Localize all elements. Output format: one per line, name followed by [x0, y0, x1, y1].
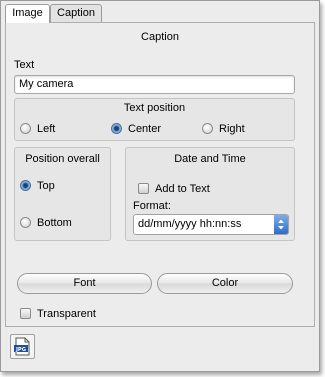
format-label: Format:: [133, 200, 171, 212]
add-to-text-label[interactable]: Add to Text: [155, 183, 210, 195]
jpg-icon-text: JPG: [15, 347, 26, 353]
position-top-label[interactable]: Top: [37, 180, 55, 192]
jpg-file-icon: JPG: [14, 337, 30, 356]
position-top-radio[interactable]: [20, 180, 31, 191]
select-arrows-icon[interactable]: [274, 215, 288, 234]
date-time-group: Date and Time Add to Text Format: dd/mm/…: [125, 147, 295, 241]
position-bottom-label[interactable]: Bottom: [37, 217, 72, 229]
caption-section-title: Caption: [141, 31, 179, 43]
tab-caption[interactable]: Caption: [50, 4, 102, 22]
text-position-left-radio[interactable]: [20, 123, 31, 134]
position-bottom-radio[interactable]: [20, 217, 31, 228]
text-position-center-label[interactable]: Center: [128, 123, 161, 135]
transparent-checkbox[interactable]: [20, 308, 31, 319]
date-format-select[interactable]: dd/mm/yyyy hh:nn:ss: [133, 214, 289, 235]
text-position-group: Text position Left Center Right: [14, 98, 295, 141]
text-position-center-radio[interactable]: [111, 123, 122, 134]
text-position-right-radio[interactable]: [202, 123, 213, 134]
jpg-file-button[interactable]: JPG: [10, 334, 35, 359]
transparent-label[interactable]: Transparent: [37, 308, 96, 320]
caption-settings-window: Caption Image Caption Text My camera Tex…: [0, 0, 320, 372]
text-position-title: Text position: [123, 102, 186, 114]
text-label: Text: [14, 59, 35, 71]
color-button[interactable]: Color: [157, 273, 293, 294]
caption-text-input[interactable]: My camera: [14, 75, 295, 94]
add-to-text-checkbox[interactable]: [138, 183, 149, 194]
font-button[interactable]: Font: [17, 273, 152, 294]
date-format-value: dd/mm/yyyy hh:nn:ss: [138, 218, 242, 230]
position-overall-group: Position overall Top Bottom: [14, 147, 111, 241]
tab-panel: Caption Text My camera Text position Lef…: [5, 22, 315, 327]
tab-image[interactable]: Image: [5, 4, 50, 23]
text-position-right-label[interactable]: Right: [219, 123, 245, 135]
position-overall-title: Position overall: [25, 153, 100, 165]
text-position-left-label[interactable]: Left: [37, 123, 55, 135]
date-time-title: Date and Time: [174, 153, 246, 165]
